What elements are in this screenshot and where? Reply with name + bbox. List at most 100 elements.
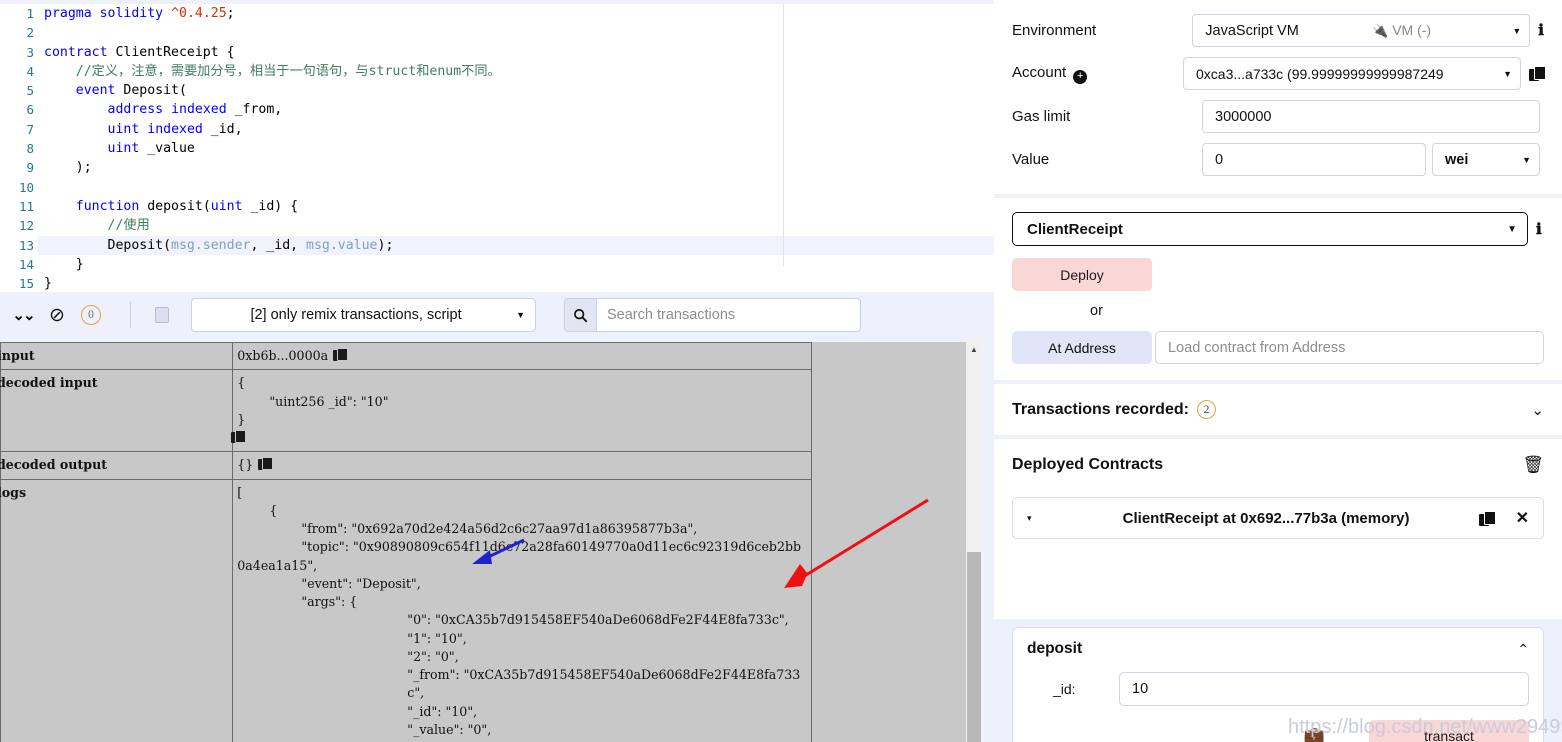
toolbar-divider <box>130 302 131 328</box>
copy-icon[interactable] <box>1529 66 1546 81</box>
line-number: 8 <box>26 141 34 157</box>
table-row: decoded input { "uint256 _id": "10" } <box>0 369 812 453</box>
code-line: function deposit(uint _id) { <box>75 198 299 214</box>
editor-code-area[interactable]: pragma solidity ^0.4.25; contract Client… <box>38 4 994 292</box>
transaction-log-scroll-region[interactable]: remix input 0xb6b...0000a decoded input <box>0 342 966 742</box>
code-line: //定义，注意，需要加分号，相当于一句语句，与struct和enum不同。 <box>44 63 501 79</box>
transaction-log-panel: remix input 0xb6b...0000a decoded input <box>0 338 994 742</box>
transact-button[interactable]: transact <box>1369 720 1529 742</box>
environment-select[interactable]: JavaScript VM 🔌 VM (-) ▼ <box>1192 14 1531 47</box>
logs-args-positional: "0": "0xCA35b7d915458EF540aDe6068dFe2F44… <box>407 612 789 664</box>
deploy-row: Deploy <box>1012 258 1544 291</box>
value-amount: 0 <box>1215 151 1224 168</box>
info-icon[interactable]: ℹ <box>1536 220 1542 239</box>
row-label: decoded output <box>0 451 234 480</box>
value-input[interactable]: 0 <box>1202 143 1426 176</box>
copy-icon[interactable] <box>1478 510 1496 526</box>
function-param-label: _id: <box>1053 681 1076 697</box>
close-icon[interactable]: ✕ <box>1516 508 1529 528</box>
code-line: address indexed _from, <box>107 102 283 118</box>
code-line: Deposit(msg.sender, _id, msg.value); <box>38 235 994 255</box>
contract-select[interactable]: ClientReceipt ▼ <box>1012 212 1528 246</box>
function-param-value: 10 <box>1132 681 1149 697</box>
code-line: uint _value <box>107 141 195 157</box>
console-toolbar: ⌄⌄ ⊘ 0 [2] only remix transactions, scri… <box>0 292 994 338</box>
line-number: 12 <box>18 218 34 234</box>
pending-count-badge-wrap: 0 <box>74 298 108 332</box>
function-name: deposit <box>1027 640 1083 657</box>
gas-limit-label: Gas limit <box>1012 108 1071 125</box>
copy-icon[interactable] <box>231 430 247 444</box>
table-row: logs [ { "from": "0x692a70d2e424a56d2c6c… <box>0 478 812 742</box>
code-line: contract ClientReceipt { <box>44 44 235 60</box>
at-address-input[interactable]: Load contract from Address <box>1155 331 1544 364</box>
line-number: 3▾ <box>0 43 46 62</box>
line-number: 4 <box>26 63 34 79</box>
input-value: 0xb6b...0000a <box>237 348 329 363</box>
account-select[interactable]: 0xca3...a733c (99.99999999999987249 ▼ <box>1183 57 1521 90</box>
chevron-right-icon[interactable]: ▾ <box>1027 513 1032 524</box>
code-editor[interactable]: 123▾4567891011▾12131415 pragma solidity … <box>0 0 994 292</box>
row-label: input <box>0 342 234 371</box>
logs-args-named: "_from": "0xCA35b7d915458EF540aDe6068dFe… <box>407 667 801 737</box>
search-icon[interactable] <box>564 298 596 332</box>
run-deploy-panel: Environment JavaScript VM 🔌 VM (-) ▼ ℹ Ac… <box>994 0 1562 742</box>
editor-line-number-gutter: 123▾4567891011▾12131415 <box>0 4 46 292</box>
transactions-recorded-title: Transactions recorded: <box>1012 400 1189 418</box>
console-filter-checkbox[interactable] <box>155 307 169 323</box>
trash-icon[interactable]: 🗑 <box>1522 455 1544 475</box>
briefcase-icon[interactable]: 💼 <box>1304 726 1325 742</box>
info-icon[interactable]: ℹ <box>1538 21 1544 40</box>
chevron-up-icon[interactable]: ⌃ <box>1517 641 1529 658</box>
ban-icon[interactable]: ⊘ <box>40 298 74 332</box>
account-row: Account + 0xca3...a733c (99.9999999999998… <box>1012 57 1546 90</box>
vm-status: 🔌 VM (-) <box>1372 22 1432 38</box>
scroll-up-arrow-icon[interactable]: ▲ <box>966 342 982 356</box>
line-number: 7 <box>26 121 34 137</box>
transaction-filter-label: [2] only remix transactions, script <box>250 307 462 323</box>
copy-icon[interactable] <box>333 348 349 362</box>
code-line: } <box>44 256 84 272</box>
environment-label: Environment <box>1012 22 1097 39</box>
search-transactions-input[interactable] <box>596 298 861 332</box>
code-line: ); <box>44 160 92 176</box>
value-unit-select[interactable]: wei ▼ <box>1432 143 1540 176</box>
logs-json-head: [ { "from": "0x692a70d2e424a56d2c6c27aa9… <box>237 484 802 610</box>
line-number: 14 <box>18 256 34 272</box>
search-transactions-group <box>564 298 861 332</box>
chevron-down-icon: ▼ <box>1522 154 1531 165</box>
value-label: Value <box>1012 151 1050 168</box>
at-address-placeholder: Load contract from Address <box>1168 339 1346 356</box>
function-header[interactable]: deposit ⌃ <box>1027 640 1529 658</box>
transactions-recorded-count: 2 <box>1196 400 1216 419</box>
at-address-button[interactable]: At Address <box>1012 331 1152 364</box>
deployed-contracts-title: Deployed Contracts <box>1012 456 1164 473</box>
row-value: [ { "from": "0x692a70d2e424a56d2c6c27aa9… <box>232 478 812 742</box>
code-line: uint indexed _id, <box>107 121 243 137</box>
plug-icon: 🔌 <box>1372 23 1389 38</box>
decoded-input-value: { "uint256 _id": "10" } <box>237 375 389 427</box>
chevron-down-icon[interactable]: ⌄ <box>1531 401 1544 419</box>
deploy-button[interactable]: Deploy <box>1012 258 1152 291</box>
scrollbar-thumb[interactable] <box>967 552 981 742</box>
gas-limit-input[interactable]: 3000000 <box>1202 100 1540 133</box>
log-panel-scrollbar[interactable]: ▲ <box>966 338 982 742</box>
deployed-contract-item[interactable]: ▾ ClientReceipt at 0x692...77b3a (memory… <box>1012 497 1544 539</box>
plus-circle-icon[interactable]: + <box>1073 69 1088 84</box>
chevron-double-down-icon[interactable]: ⌄⌄ <box>6 298 40 332</box>
row-value: { "uint256 _id": "10" } <box>231 369 812 453</box>
chevron-down-icon: ▼ <box>1507 223 1517 235</box>
contract-function-card: deposit ⌃ _id: 10 💼 transact <box>1012 627 1544 742</box>
function-param-input[interactable]: 10 <box>1119 672 1529 706</box>
transaction-detail-table: input 0xb6b...0000a decoded input { "uin… <box>0 342 812 742</box>
function-actions: 💼 transact <box>1027 720 1529 742</box>
contract-card: ClientReceipt ▼ ℹ Deploy or At Address L… <box>994 198 1562 380</box>
gas-limit-row: Gas limit 3000000 <box>1012 100 1544 133</box>
transaction-filter-select[interactable]: [2] only remix transactions, script ▼ <box>191 298 536 332</box>
value-unit: wei <box>1445 151 1469 168</box>
transactions-recorded-card[interactable]: Transactions recorded: 2 ⌄ <box>994 384 1562 435</box>
or-separator-label: or <box>1090 303 1103 319</box>
function-param-row: _id: 10 <box>1027 672 1529 706</box>
copy-icon[interactable] <box>258 457 274 471</box>
